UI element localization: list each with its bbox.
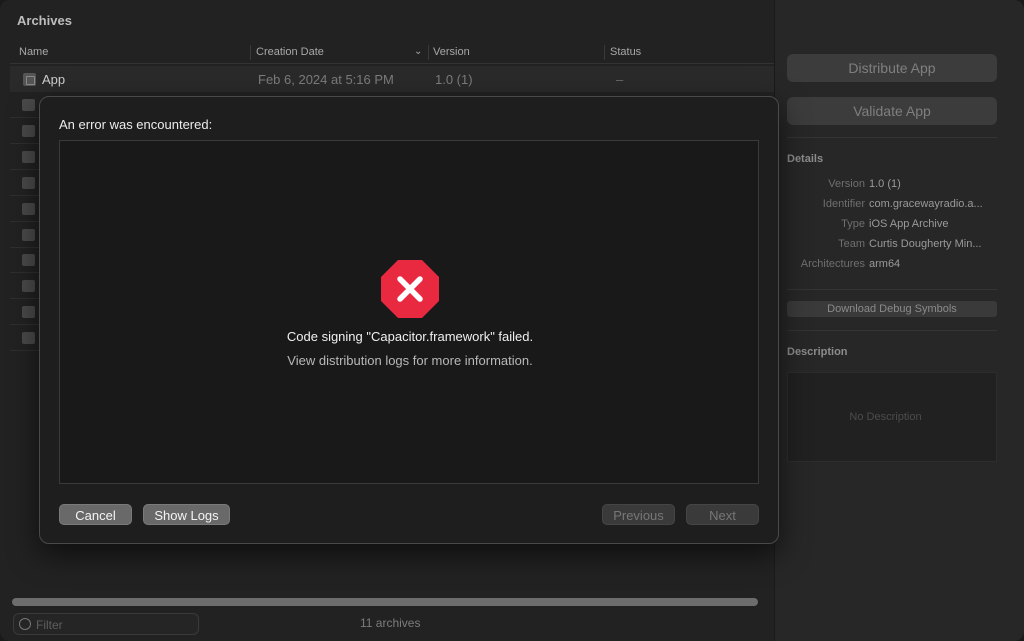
detail-type: Type iOS App Archive	[775, 218, 1024, 234]
filter-placeholder: Filter	[36, 618, 63, 632]
detail-value: iOS App Archive	[869, 218, 949, 230]
column-separator[interactable]	[428, 45, 429, 60]
detail-label: Architectures	[800, 258, 865, 270]
divider	[787, 330, 997, 331]
distribute-app-button[interactable]: Distribute App	[787, 54, 997, 82]
detail-version: Version 1.0 (1)	[775, 178, 1024, 194]
row-divider	[10, 117, 40, 118]
show-logs-button[interactable]: Show Logs	[143, 504, 230, 525]
row-divider	[10, 298, 40, 300]
dialog-title: An error was encountered:	[59, 117, 213, 132]
row-divider	[10, 350, 40, 352]
window-title: Archives	[17, 13, 72, 28]
app-archive-icon[interactable]	[22, 150, 35, 163]
app-archive-icon[interactable]	[22, 280, 35, 293]
detail-value: Curtis Dougherty Min...	[869, 238, 982, 250]
column-header-version[interactable]: Version	[433, 46, 470, 58]
description-field[interactable]: No Description	[787, 372, 997, 462]
row-name: App	[42, 72, 66, 87]
table-row[interactable]: App Feb 6, 2024 at 5:16 PM 1.0 (1) –	[10, 66, 774, 92]
row-date: Feb 6, 2024 at 5:16 PM	[258, 72, 394, 87]
detail-value: arm64	[869, 258, 901, 270]
error-stop-icon	[381, 260, 439, 318]
cancel-button[interactable]: Cancel	[59, 504, 132, 525]
detail-identifier: Identifier com.gracewayradio.a...	[775, 198, 1024, 214]
filter-field[interactable]: Filter	[13, 613, 199, 635]
row-divider	[10, 220, 40, 222]
app-archive-icon[interactable]	[22, 99, 35, 111]
column-separator[interactable]	[604, 45, 605, 60]
detail-label: Version	[828, 178, 865, 190]
app-archive-icon[interactable]	[22, 228, 35, 241]
error-panel: Code signing "Capacitor.framework" faile…	[59, 140, 759, 484]
titlebar: Archives	[0, 0, 774, 40]
divider	[787, 137, 997, 138]
next-button[interactable]: Next	[686, 504, 759, 525]
table-header: Name Creation Date ⌄ Version Status	[10, 42, 774, 64]
row-divider	[10, 324, 40, 326]
validate-app-button[interactable]: Validate App	[787, 97, 997, 125]
previous-button[interactable]: Previous	[602, 504, 675, 525]
detail-label: Type	[841, 218, 865, 230]
app-archive-icon[interactable]	[22, 332, 35, 345]
divider	[787, 289, 997, 290]
error-dialog: An error was encountered: Code signing "…	[39, 96, 779, 544]
error-message: Code signing "Capacitor.framework" faile…	[286, 329, 534, 344]
inspector-sidebar: Distribute App Validate App Details Vers…	[774, 0, 1024, 641]
app-archive-icon[interactable]	[22, 306, 35, 319]
description-placeholder: No Description	[849, 411, 922, 423]
detail-value: com.gracewayradio.a...	[869, 198, 983, 210]
row-divider	[10, 194, 40, 196]
error-submessage: View distribution logs for more informat…	[287, 353, 533, 368]
row-status: –	[616, 72, 624, 87]
sort-chevron-icon[interactable]: ⌄	[414, 46, 422, 57]
row-divider	[10, 168, 40, 170]
archives-window: Archives Name Creation Date ⌄ Version St…	[0, 0, 1024, 641]
column-separator[interactable]	[250, 45, 251, 60]
column-header-creation-date[interactable]: Creation Date	[256, 46, 324, 58]
column-header-name[interactable]: Name	[19, 46, 48, 58]
app-archive-icon[interactable]	[22, 202, 35, 215]
download-debug-symbols-button[interactable]: Download Debug Symbols	[787, 301, 997, 317]
details-heading: Details	[787, 153, 824, 165]
app-archive-icon[interactable]	[22, 176, 35, 189]
app-archive-icon	[23, 73, 36, 86]
detail-team: Team Curtis Dougherty Min...	[775, 238, 1024, 254]
row-divider	[10, 272, 40, 274]
detail-label: Team	[838, 238, 865, 250]
detail-architectures: Architectures arm64	[775, 258, 1024, 274]
row-divider	[10, 142, 40, 144]
horizontal-scrollbar[interactable]	[12, 598, 758, 606]
column-header-status[interactable]: Status	[610, 46, 641, 58]
app-archive-icon[interactable]	[22, 254, 35, 267]
row-divider	[10, 246, 40, 248]
app-archive-icon[interactable]	[22, 124, 35, 137]
description-heading: Description	[787, 346, 848, 358]
detail-label: Identifier	[822, 198, 865, 210]
filter-icon	[19, 618, 31, 630]
row-version: 1.0 (1)	[435, 72, 473, 87]
archive-count: 11 archives	[360, 616, 421, 630]
detail-value: 1.0 (1)	[869, 178, 901, 190]
